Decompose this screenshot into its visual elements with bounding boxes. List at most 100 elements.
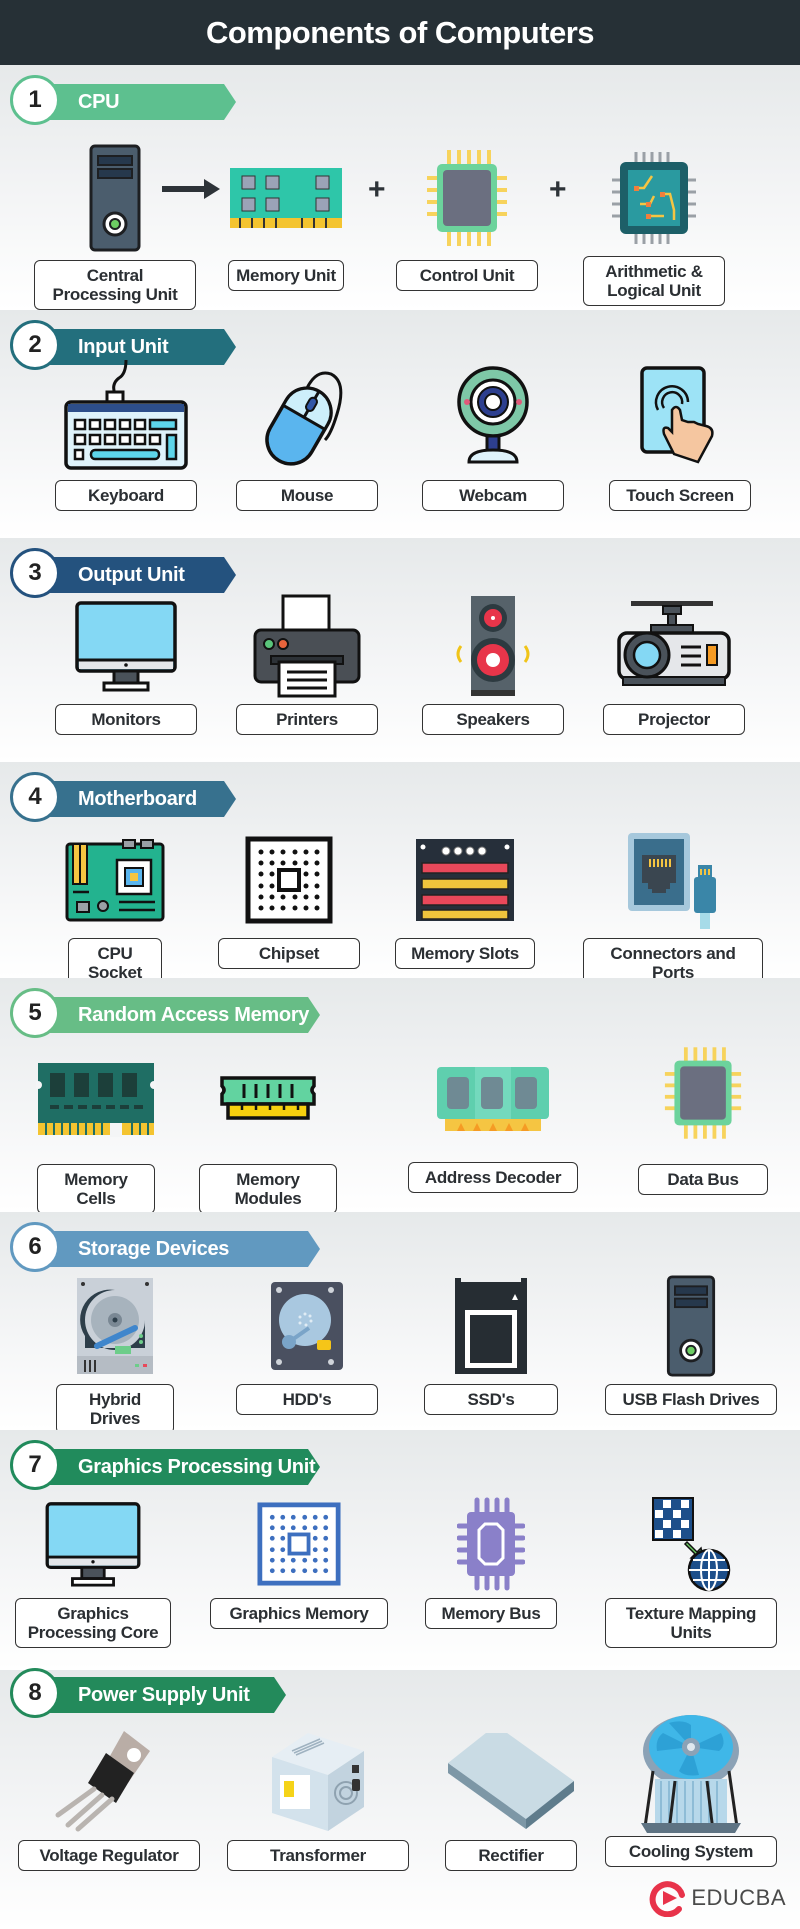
item-label: Printers xyxy=(236,704,378,735)
item-label: Texture Mapping Units xyxy=(605,1598,777,1648)
item-label: Monitors xyxy=(55,704,197,735)
section-title: Power Supply Unit xyxy=(78,1684,250,1706)
circuit-chip-icon xyxy=(610,140,698,256)
item-address-decoder: Address Decoder xyxy=(403,1054,583,1193)
section-title: Motherboard xyxy=(78,788,197,810)
item-graphics-processing-core: Graphics Processing Core xyxy=(14,1494,172,1648)
section-title: CPU xyxy=(78,91,120,113)
item-memory-slots: Memory Slots xyxy=(394,830,536,969)
printer-icon xyxy=(253,594,361,698)
item-label: SSD's xyxy=(424,1384,558,1415)
section-ribbon: Random Access Memory xyxy=(40,997,320,1033)
section-number: 2 xyxy=(10,320,60,370)
item-hybrid-drives: Hybrid Drives xyxy=(44,1272,186,1434)
item-label: Graphics Processing Core xyxy=(15,1598,171,1648)
item-hdds: HDD's xyxy=(236,1272,378,1415)
section-number: 7 xyxy=(10,1440,60,1490)
monitor-icon xyxy=(74,596,178,696)
item-label: Data Bus xyxy=(638,1164,768,1195)
projector-icon xyxy=(615,596,733,696)
item-label: Memory Cells xyxy=(37,1164,155,1214)
memory-slots-icon xyxy=(416,830,514,930)
section-number: 3 xyxy=(10,548,60,598)
hybrid-drive-icon xyxy=(75,1272,155,1380)
ram-decoder-icon xyxy=(435,1054,551,1144)
item-memory-unit: Memory Unit xyxy=(214,140,358,291)
item-cooling-system: Cooling System xyxy=(604,1710,778,1867)
section-ribbon: CPU xyxy=(40,84,236,120)
section-number: 4 xyxy=(10,772,60,822)
item-usb-flash-drives: USB Flash Drives xyxy=(604,1272,778,1415)
ram-stick-icon xyxy=(36,1054,156,1144)
hdd-icon xyxy=(269,1272,345,1380)
item-control-unit: Control Unit xyxy=(393,140,541,291)
ethernet-port-icon xyxy=(626,830,720,930)
section-title: Graphics Processing Unit xyxy=(78,1456,316,1478)
item-label: Control Unit xyxy=(396,260,538,291)
section-ribbon: Graphics Processing Unit xyxy=(40,1449,320,1485)
section-power-supply-unit: 8 Power Supply Unit Voltage Regulator Tr… xyxy=(0,1668,800,1929)
item-label: Memory Slots xyxy=(395,938,535,969)
section-number: 6 xyxy=(10,1222,60,1272)
item-label: USB Flash Drives xyxy=(605,1384,777,1415)
item-label: Webcam xyxy=(422,480,564,511)
section-number: 1 xyxy=(10,75,60,125)
chip-icon xyxy=(425,140,509,256)
item-label: HDD's xyxy=(236,1384,378,1415)
item-connectors-and-ports: Connectors and Ports xyxy=(562,830,784,988)
item-printers: Printers xyxy=(236,594,378,735)
chipset-icon xyxy=(245,830,333,930)
speaker-icon xyxy=(453,596,533,696)
brand-logo: EDUCBA xyxy=(649,1879,786,1917)
item-label: Memory Bus xyxy=(425,1598,557,1629)
memory-module-icon xyxy=(228,140,344,256)
item-central-processing-unit: Central Processing Unit xyxy=(34,140,196,310)
item-label: Memory Modules xyxy=(199,1164,337,1214)
power-supply-icon xyxy=(268,1726,368,1836)
item-monitors: Monitors xyxy=(55,596,197,735)
cpu-cooler-icon xyxy=(639,1710,743,1836)
arrow-icon xyxy=(162,173,220,207)
section-storage-devices: 6 Storage Devices Hybrid Drives HDD's SS… xyxy=(0,1212,800,1434)
item-label: Arithmetic & Logical Unit xyxy=(583,256,725,306)
section-title: Random Access Memory xyxy=(78,1004,310,1026)
section-title: Storage Devices xyxy=(78,1238,230,1260)
computer-tower-icon xyxy=(665,1272,717,1380)
section-motherboard: 4 Motherboard CPU Socket Chipset Memory … xyxy=(0,762,800,988)
plus-icon: + xyxy=(368,173,386,206)
chip-icon xyxy=(663,1042,743,1144)
item-graphics-memory: Graphics Memory xyxy=(208,1494,390,1629)
item-ssds: SSD's xyxy=(424,1272,558,1415)
computer-tower-icon xyxy=(89,140,141,256)
item-speakers: Speakers xyxy=(422,596,564,735)
section-title: Output Unit xyxy=(78,564,185,586)
item-label: Address Decoder xyxy=(408,1162,578,1193)
ram-module-icon xyxy=(218,1054,318,1144)
motherboard-icon xyxy=(65,830,165,930)
page-title: Components of Computers xyxy=(205,14,595,50)
item-memory-modules: Memory Modules xyxy=(196,1054,340,1214)
plus-icon: + xyxy=(549,173,567,206)
item-cpu-socket: CPU Socket xyxy=(44,830,186,988)
educba-logo-icon xyxy=(650,1881,686,1917)
section-ribbon: Output Unit xyxy=(40,557,236,593)
section-ribbon: Power Supply Unit xyxy=(40,1677,286,1713)
section-random-access-memory: 5 Random Access Memory Memory Cells Memo… xyxy=(0,978,800,1214)
section-graphics-processing-unit: 7 Graphics Processing Unit Graphics Proc… xyxy=(0,1430,800,1670)
item-label: Cooling System xyxy=(605,1836,777,1867)
ssd-icon xyxy=(453,1272,529,1380)
item-projector: Projector xyxy=(603,596,745,735)
texture-mapping-icon xyxy=(651,1494,731,1594)
item-texture-mapping-units: Texture Mapping Units xyxy=(604,1494,778,1648)
brand-name: EDUCBA xyxy=(691,1885,786,1910)
item-voltage-regulator: Voltage Regulator xyxy=(14,1726,204,1871)
item-label: Transformer xyxy=(227,1840,409,1871)
mouse-icon xyxy=(261,358,353,474)
item-label: Hybrid Drives xyxy=(56,1384,174,1434)
item-label: Projector xyxy=(603,704,745,735)
item-transformer: Transformer xyxy=(226,1726,410,1871)
rectifier-block-icon xyxy=(446,1726,576,1836)
item-mouse: Mouse xyxy=(236,358,378,511)
section-cpu: 1 CPU Central Processing Unit Memory Uni… xyxy=(0,65,800,310)
item-rectifier: Rectifier xyxy=(444,1726,578,1871)
